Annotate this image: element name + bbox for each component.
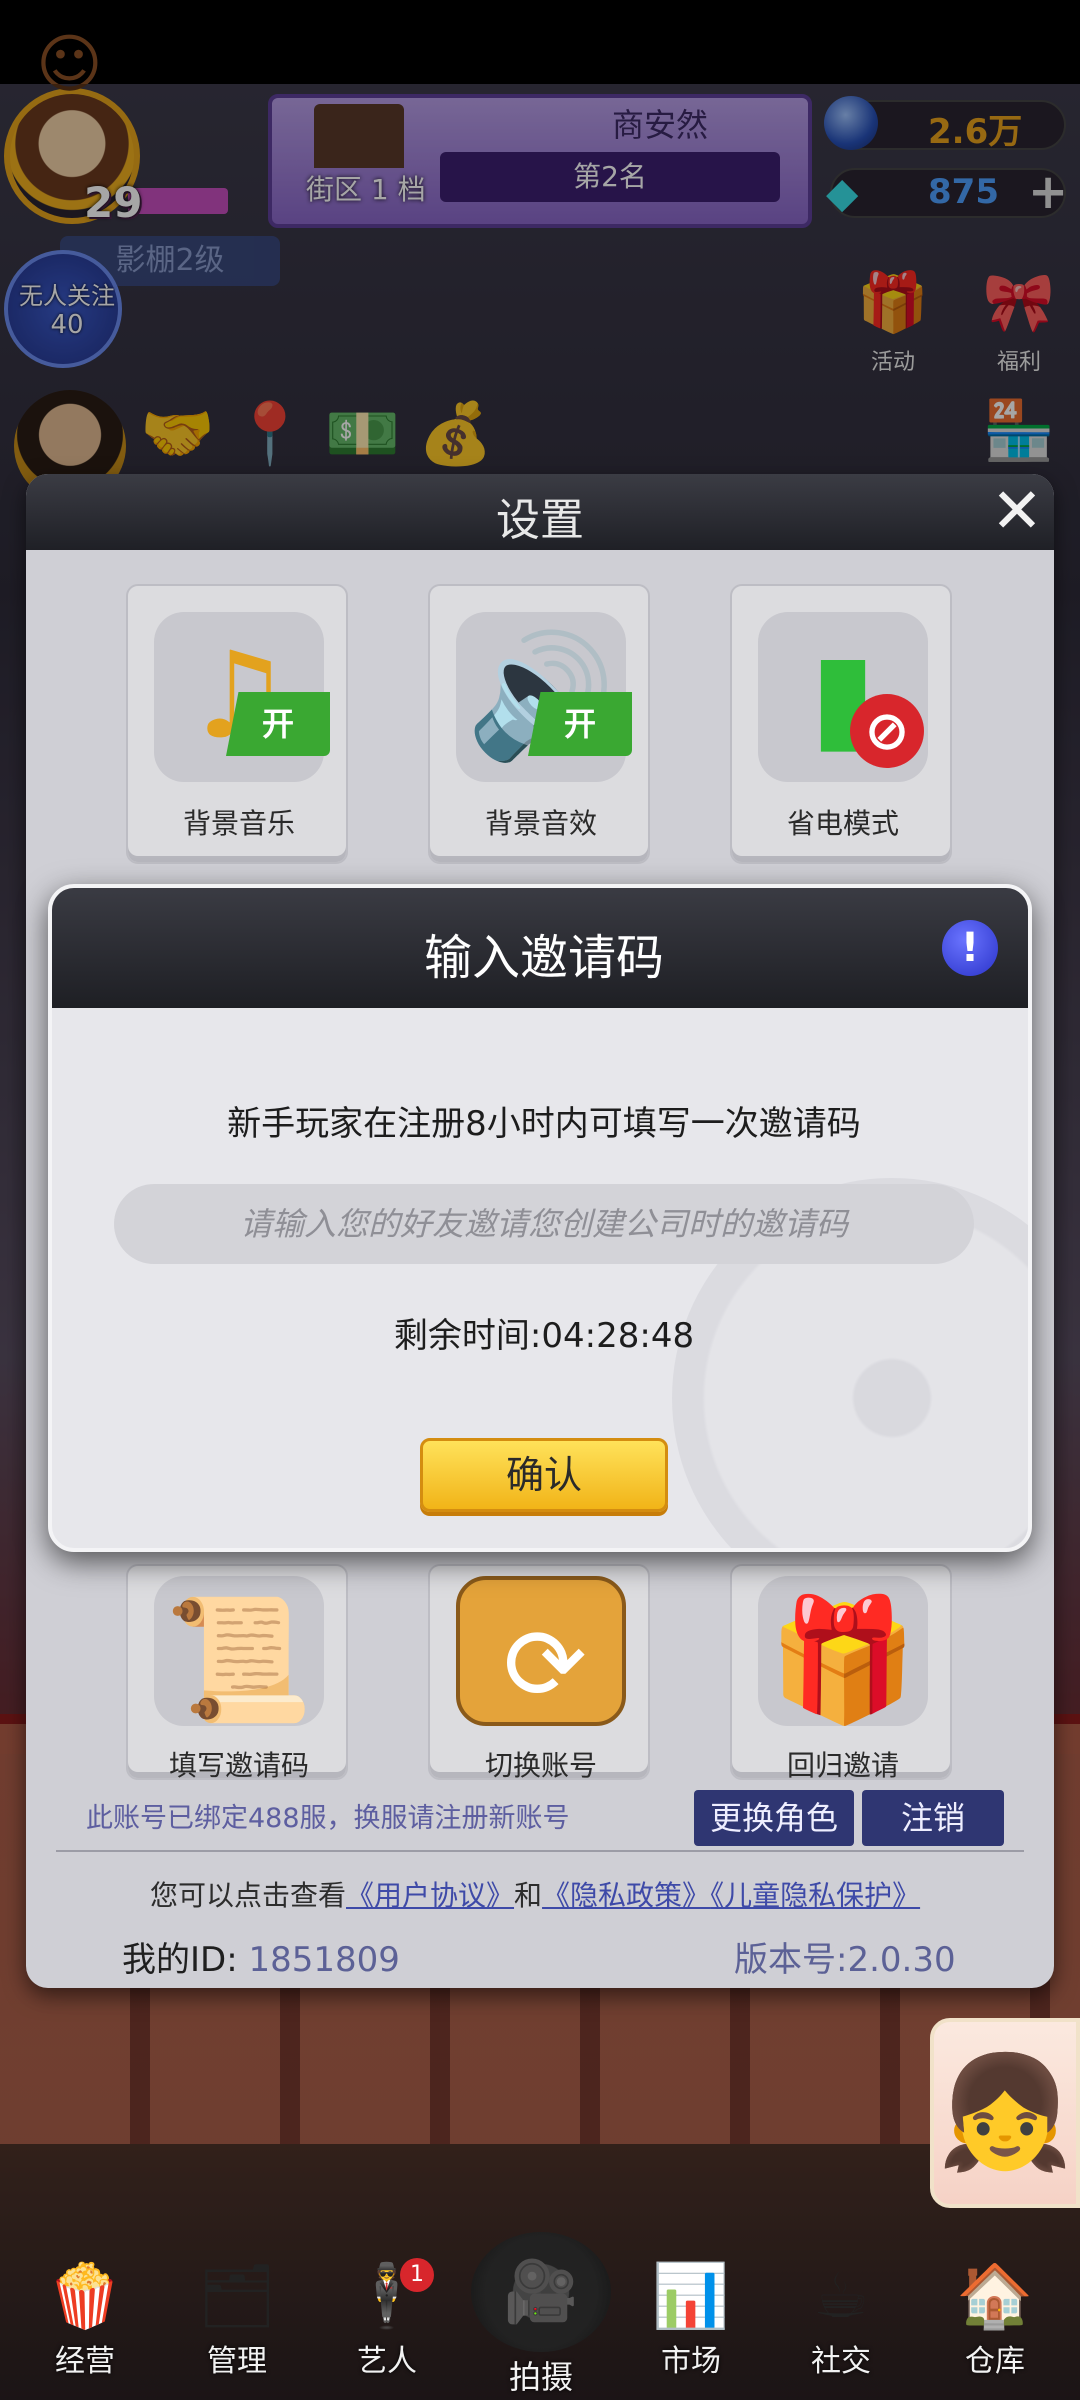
privacy-policy-link[interactable]: 《隐私政策》 <box>542 1879 710 1912</box>
agreement-prefix: 您可以点击查看 <box>150 1879 347 1912</box>
nav-warehouse[interactable]: 🏠 仓库 <box>920 2256 1070 2400</box>
my-id-value: 1851809 <box>248 1940 400 1980</box>
dialog-title: 输入邀请码 <box>423 930 664 986</box>
switch-account-button[interactable]: ⟳ 切换账号 <box>428 1564 650 1782</box>
nav-market[interactable]: 📊 市场 <box>616 2256 766 2400</box>
user-agreement-link[interactable]: 《用户协议》 <box>346 1879 514 1912</box>
tile-label: 省电模式 <box>786 807 899 840</box>
nav-label: 仓库 <box>965 2344 1025 2379</box>
nav-label: 拍摄 <box>508 2358 573 2396</box>
gift-calendar-icon: 🎁 <box>768 1591 918 1730</box>
nav-social[interactable]: ☕ 社交 <box>766 2256 916 2400</box>
power-saving-toggle[interactable]: ▮ ⊘ 省电模式 <box>730 584 952 864</box>
logout-button[interactable]: 注销 <box>862 1790 1004 1846</box>
settings-title: 设置 <box>496 495 584 546</box>
assistant-character[interactable]: 👧 <box>930 2018 1080 2208</box>
remaining-time: 剩余时间:04:28:48 <box>393 1316 695 1356</box>
status-bar <box>0 0 1080 84</box>
return-invite-button[interactable]: 🎁 回归邀请 <box>730 1564 952 1782</box>
divider <box>56 1850 1024 1852</box>
popcorn-icon: 🍿 <box>46 2259 124 2332</box>
icon-box: ▮ ⊘ <box>758 612 928 782</box>
server-bind-note: 此账号已绑定488服，换服请注册新账号 <box>86 1803 570 1834</box>
artist-icon: 🕴 <box>348 2259 426 2332</box>
prohibited-icon: ⊘ <box>850 694 924 768</box>
confirm-button[interactable]: 确认 <box>420 1438 668 1512</box>
tile-label: 回归邀请 <box>786 1749 899 1782</box>
tile-label: 切换账号 <box>484 1749 597 1782</box>
nav-label: 市场 <box>661 2344 721 2379</box>
manage-icon: 🗂 <box>197 2259 277 2332</box>
nav-artist[interactable]: 🕴 1 艺人 <box>312 2256 462 2400</box>
camera-icon: 🎥 <box>471 2232 611 2352</box>
icon-box: 📜 <box>154 1576 324 1730</box>
nav-label: 经营 <box>55 2344 115 2379</box>
scroll-quill-icon: 📜 <box>164 1591 314 1730</box>
icon-box: ⟳ <box>456 1576 626 1726</box>
close-icon[interactable]: ✕ <box>988 480 1046 542</box>
enter-invite-code-button[interactable]: 📜 填写邀请码 <box>126 1564 348 1782</box>
tile-label: 背景音效 <box>484 807 597 840</box>
invite-description: 新手玩家在注册8小时内可填写一次邀请码 <box>227 1104 861 1144</box>
version-label: 版本号:2.0.30 <box>734 1940 956 1980</box>
on-badge: 开 <box>226 692 330 756</box>
on-badge: 开 <box>528 692 632 756</box>
my-id: 我的ID: 1851809 <box>122 1932 400 1981</box>
invite-code-input[interactable] <box>114 1184 974 1264</box>
icon-box: 🎁 <box>758 1576 928 1730</box>
nav-label: 社交 <box>811 2344 871 2379</box>
change-role-button[interactable]: 更换角色 <box>694 1790 854 1846</box>
nav-label: 艺人 <box>357 2344 417 2379</box>
nav-label: 管理 <box>207 2344 267 2379</box>
tile-label: 填写邀请码 <box>168 1749 309 1782</box>
warehouse-icon: 🏠 <box>956 2259 1034 2332</box>
invite-code-dialog: 输入邀请码 ! 新手玩家在注册8小时内可填写一次邀请码 剩余时间:04:28:4… <box>48 884 1032 1552</box>
my-id-label: 我的ID: <box>122 1940 238 1980</box>
info-icon[interactable]: ! <box>942 920 998 976</box>
child-privacy-link[interactable]: 《儿童隐私保护》 <box>710 1879 920 1912</box>
agreement-line: 您可以点击查看《用户协议》和《隐私政策》《儿童隐私保护》 <box>150 1874 920 1914</box>
coffee-icon: ☕ <box>813 2259 869 2332</box>
market-icon: 📊 <box>652 2259 730 2332</box>
nav-manage[interactable]: 🗂 管理 <box>162 2256 312 2400</box>
notification-badge: 1 <box>400 2258 434 2292</box>
sound-effects-toggle[interactable]: 🔊 开 背景音效 <box>428 584 650 864</box>
nav-business[interactable]: 🍿 经营 <box>10 2256 160 2400</box>
background-music-toggle[interactable]: ♫ 开 背景音乐 <box>126 584 348 864</box>
switch-arrows-icon: ⟳ <box>503 1606 587 1723</box>
agreement-and: 和 <box>514 1879 543 1912</box>
nav-shoot[interactable]: 🎥 拍摄 <box>456 2232 626 2400</box>
tile-label: 背景音乐 <box>182 807 295 840</box>
